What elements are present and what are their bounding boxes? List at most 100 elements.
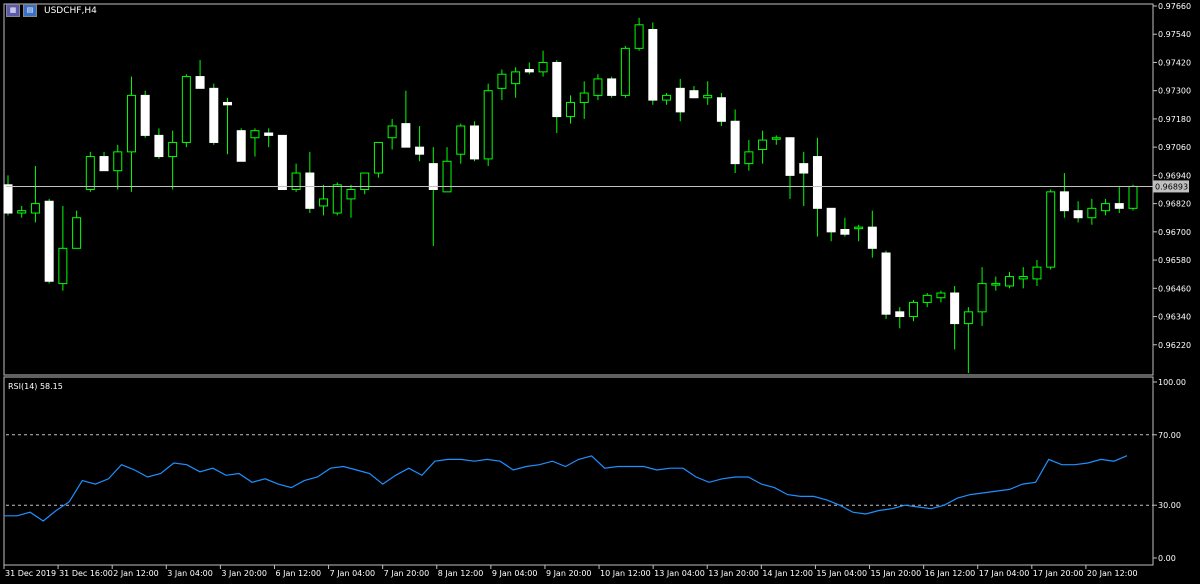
candle [662,93,672,105]
candle-body [305,172,315,209]
candle-body [524,69,534,73]
candle [360,172,370,195]
candle [552,60,562,134]
time-tick-label: 15 Jan 04:00 [816,569,867,578]
candle-body [469,125,479,160]
candle-body [730,120,740,165]
candle-body [154,134,164,158]
rsi-line-group [4,455,1128,522]
candle [963,307,973,373]
candle [881,250,891,319]
candle-body [620,47,630,96]
price-tick-label: 0.96460 [1158,284,1191,293]
candle-body [579,92,589,103]
candle [1018,267,1028,289]
time-tick-label: 13 Jan 04:00 [654,569,705,578]
candle-body [44,200,54,282]
candle-body [963,311,973,325]
candle-body [662,94,672,101]
candle-body [58,247,68,285]
candle-body [1073,210,1083,219]
candle-body [1087,207,1097,219]
rsi-tick-label: 0.00 [1158,554,1176,563]
time-tick-label: 8 Jan 12:00 [438,569,484,578]
candle-body [181,76,191,143]
candle [895,307,905,329]
price-tick-label: 0.97540 [1158,30,1191,39]
candle-body [85,156,95,190]
candle [826,207,836,242]
candle-body [566,101,575,118]
candle [154,128,164,159]
rsi-series-line [4,455,1128,522]
price-tick-label: 0.96940 [1158,171,1191,180]
candle-body [168,141,178,158]
candle-body [126,94,136,153]
candle [922,293,932,308]
candle [867,210,877,258]
candle-body [689,90,699,99]
price-tick-label: 0.97300 [1158,87,1191,96]
candle-body [826,207,836,233]
time-tick-label: 31 Dec 16:00 [59,569,113,578]
candle [250,128,260,157]
rsi-tick-label: 100.00 [1158,378,1186,387]
candle [428,147,438,246]
candle-body [867,226,877,249]
rsi-panel-frame [3,376,1154,566]
chart-window-icon[interactable]: ▦ [6,4,20,17]
candle [675,78,685,122]
candle-body [881,252,891,315]
candle [511,67,521,98]
candle [524,62,534,75]
candle-body [607,78,617,96]
candle-body [1059,191,1069,212]
candle-body [758,139,768,151]
candle-body [634,24,644,49]
candle-body [140,94,150,136]
candle [277,134,287,190]
candle-body [456,125,466,155]
candle-body [1005,276,1015,287]
candle-body [1018,276,1028,280]
price-candles-group [3,17,1138,373]
time-tick-label: 16 Jan 12:00 [925,569,976,578]
chart-window-icon-2[interactable]: ▤ [23,4,37,17]
rsi-tick-label: 70.00 [1158,431,1181,440]
candle-body [895,311,905,318]
candle [991,276,1001,291]
time-tick-label: 13 Jan 20:00 [708,569,759,578]
candle-body [291,172,301,191]
candle-body [195,76,205,89]
candle-body [1032,266,1042,280]
candle [305,151,315,214]
candle [181,74,191,148]
candle-body [1101,203,1111,212]
candle [401,90,411,148]
candle-body [360,172,370,191]
candle [840,217,850,237]
candle [44,198,54,284]
candle [785,137,795,199]
candle-body [1114,203,1124,209]
candle-body [771,137,781,140]
candle-body [72,217,82,249]
time-tick-label: 3 Jan 04:00 [167,569,213,578]
candle-body [716,97,726,122]
candle [113,144,123,190]
candle [1059,173,1069,218]
price-tick-label: 0.96580 [1158,256,1191,265]
candle [497,69,507,101]
candle-body [497,73,507,89]
candle [936,290,946,303]
candle-body [511,71,521,85]
candle-body [387,125,397,139]
candle-body [922,294,932,303]
candle [1032,260,1042,286]
candle [264,128,274,148]
candle-body [593,78,603,96]
price-tick-label: 0.96700 [1158,228,1191,237]
candle [373,141,383,178]
price-tick-label: 0.96820 [1158,200,1191,209]
current-price-label: 0.96893 [1155,182,1188,191]
